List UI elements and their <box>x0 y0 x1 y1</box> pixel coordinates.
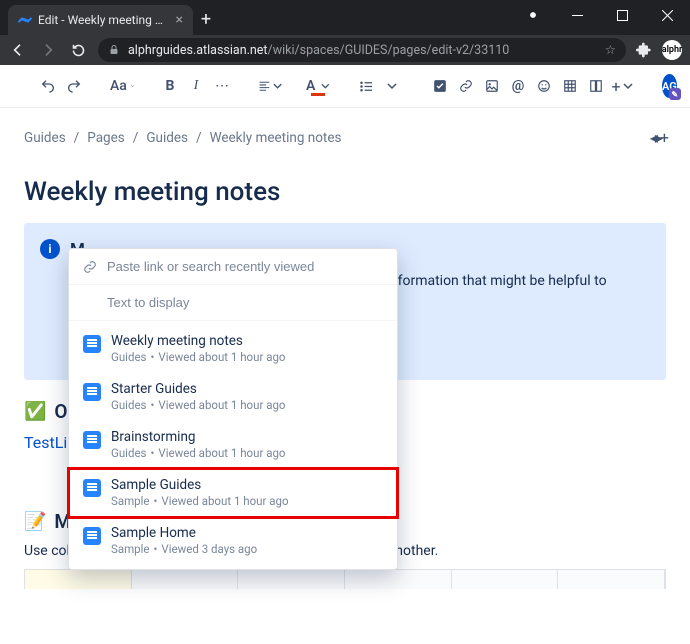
confluence-editor: Aa B I ⋯ A @ + AG <box>0 65 690 644</box>
user-avatar[interactable]: AG ✎ <box>662 74 677 98</box>
mention-button[interactable]: @ <box>506 74 530 98</box>
tab-close-icon[interactable]: × <box>176 12 183 28</box>
page-icon <box>83 335 101 353</box>
bookmark-star-icon[interactable]: ☆ <box>605 42 616 58</box>
emoji-button[interactable] <box>532 74 556 98</box>
page-icon <box>83 479 101 497</box>
link-results: Weekly meeting notesGuidesViewed about 1… <box>69 321 397 569</box>
invite-button[interactable]: + <box>685 74 690 98</box>
result-title: Brainstorming <box>111 429 285 445</box>
browser-address-bar: alphrguides.atlassian.net/wiki/spaces/GU… <box>0 35 690 65</box>
link-result-item[interactable]: Sample GuidesSample Viewed about 1 hour a… <box>69 469 397 517</box>
result-viewed: Viewed about 1 hour ago <box>161 494 288 508</box>
insert-more-button[interactable]: + <box>610 74 634 98</box>
image-button[interactable] <box>480 74 504 98</box>
link-url-field[interactable] <box>69 249 397 285</box>
action-item-button[interactable] <box>428 74 452 98</box>
reload-button[interactable] <box>68 40 88 60</box>
confluence-favicon <box>18 13 32 27</box>
checkmark-emoji-icon: ✅ <box>24 401 46 422</box>
back-button[interactable] <box>8 40 28 60</box>
window-controls <box>510 0 690 30</box>
close-window-button[interactable] <box>645 0 690 30</box>
table-button[interactable] <box>558 74 582 98</box>
url-path: /wiki/spaces/GUIDES/pages/edit-v2/33110 <box>268 43 510 58</box>
bullet-list-button[interactable] <box>354 74 378 98</box>
italic-button[interactable]: I <box>184 74 208 98</box>
extensions-icon[interactable] <box>636 42 652 58</box>
result-viewed: Viewed about 1 hour ago <box>158 350 285 364</box>
breadcrumb-item[interactable]: Pages <box>87 130 125 146</box>
result-viewed: Viewed about 1 hour ago <box>158 398 285 412</box>
link-result-item[interactable]: Weekly meeting notesGuides Viewed about 1… <box>69 325 397 373</box>
editor-content[interactable]: Guides/ Pages/ Guides/ Weekly meeting no… <box>0 108 690 644</box>
new-tab-button[interactable]: + <box>193 6 219 32</box>
list-more-button[interactable] <box>380 74 404 98</box>
url-domain: alphrguides.atlassian.net <box>128 43 268 58</box>
result-space: Guides <box>111 446 147 460</box>
link-text-input[interactable] <box>107 295 383 310</box>
link-result-item[interactable]: Starter GuidesGuides Viewed about 1 hour … <box>69 373 397 421</box>
lock-icon <box>108 44 120 56</box>
link-url-input[interactable] <box>107 259 383 274</box>
result-space: Sample <box>111 494 150 508</box>
breadcrumb: Guides/ Pages/ Guides/ Weekly meeting no… <box>24 128 666 147</box>
redo-button[interactable] <box>62 74 86 98</box>
text-color-button[interactable]: A <box>306 74 330 98</box>
breadcrumb-item[interactable]: Guides <box>146 130 188 146</box>
tab-title: Edit - Weekly meeting notes - Gu <box>38 13 170 27</box>
link-text-field[interactable] <box>69 285 397 321</box>
result-title: Sample Home <box>111 525 257 541</box>
link-popover: Weekly meeting notesGuidesViewed about 1… <box>68 248 398 570</box>
breadcrumb-item[interactable]: Guides <box>24 130 66 146</box>
table-placeholder[interactable] <box>24 569 666 589</box>
breadcrumb-current: Weekly meeting notes <box>210 130 342 146</box>
forward-button[interactable] <box>38 40 58 60</box>
info-icon: i <box>40 239 60 259</box>
account-dot-icon[interactable] <box>510 0 555 30</box>
profile-avatar[interactable]: alphr <box>662 40 682 60</box>
page-title[interactable]: Weekly meeting notes <box>24 177 666 207</box>
url-field[interactable]: alphrguides.atlassian.net/wiki/spaces/GU… <box>98 38 626 62</box>
layout-button[interactable] <box>584 74 608 98</box>
editor-toolbar: Aa B I ⋯ A @ + AG <box>0 65 690 108</box>
page-icon <box>83 527 101 545</box>
avatar-presence-badge: ✎ <box>669 88 681 100</box>
page-icon <box>83 383 101 401</box>
link-result-item[interactable]: Sample HomeSample Viewed 3 days ago <box>69 517 397 565</box>
undo-button[interactable] <box>36 74 60 98</box>
browser-titlebar: Edit - Weekly meeting notes - Gu × + <box>0 0 690 35</box>
bold-button[interactable]: B <box>158 74 182 98</box>
result-title: Starter Guides <box>111 381 285 397</box>
link-icon <box>83 260 97 274</box>
result-space: Guides <box>111 350 147 364</box>
maximize-button[interactable] <box>600 0 645 30</box>
result-viewed: Viewed 3 days ago <box>161 542 257 556</box>
result-viewed: Viewed about 1 hour ago <box>158 446 285 460</box>
text-style-label: Aa <box>110 78 127 94</box>
result-title: Weekly meeting notes <box>111 333 285 349</box>
more-formatting-button[interactable]: ⋯ <box>210 74 234 98</box>
text-style-select[interactable]: Aa <box>110 74 134 98</box>
page-icon <box>83 431 101 449</box>
notepad-emoji-icon: 📝 <box>24 511 46 532</box>
restrictions-icon[interactable]: ◂▸+ <box>650 128 666 147</box>
link-result-item[interactable]: BrainstormingGuides Viewed about 1 hour a… <box>69 421 397 469</box>
browser-tab[interactable]: Edit - Weekly meeting notes - Gu × <box>8 5 193 35</box>
align-button[interactable] <box>258 74 282 98</box>
result-space: Sample <box>111 542 150 556</box>
minimize-button[interactable] <box>555 0 600 30</box>
result-title: Sample Guides <box>111 477 289 493</box>
link-button[interactable] <box>454 74 478 98</box>
result-space: Guides <box>111 398 147 412</box>
